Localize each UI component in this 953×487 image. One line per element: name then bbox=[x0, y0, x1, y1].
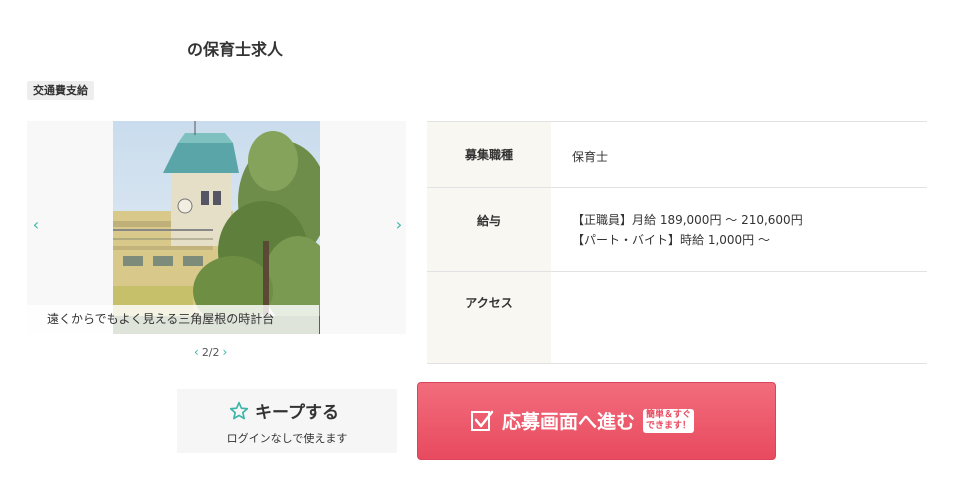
easy-badge-line1: 簡単＆すぐ bbox=[646, 409, 692, 420]
row-label-position: 募集職種 bbox=[427, 122, 551, 187]
salary-parttime: 【パート・バイト】時給 1,000円 ～ bbox=[572, 233, 770, 247]
photo-caption: 遠くからでもよく見える三角屋根の時計台 bbox=[27, 305, 319, 334]
job-info-table: 募集職種 保育士 給与 【正職員】月給 189,000円 ～ 210,600円 … bbox=[427, 121, 927, 364]
gallery-prev-button[interactable]: ‹ bbox=[29, 217, 43, 233]
row-value-salary: 【正職員】月給 189,000円 ～ 210,600円 【パート・バイト】時給 … bbox=[551, 188, 927, 271]
checkbox-check-icon bbox=[470, 409, 494, 433]
apply-button[interactable]: 応募画面へ進む 簡単＆すぐ できます！ bbox=[417, 382, 776, 460]
keep-label-group: キープする bbox=[229, 398, 339, 423]
apply-label: 応募画面へ進む bbox=[502, 411, 636, 433]
position-value: 保育士 bbox=[572, 150, 609, 164]
keep-sublabel: ログインなしで使えます bbox=[226, 432, 348, 445]
keep-label: キープする bbox=[255, 403, 339, 423]
row-value-position: 保育士 bbox=[551, 122, 927, 187]
table-row: 給与 【正職員】月給 189,000円 ～ 210,600円 【パート・バイト】… bbox=[427, 188, 927, 272]
gallery-next-button[interactable]: › bbox=[392, 217, 406, 233]
apply-label-group: 応募画面へ進む 簡単＆すぐ できます！ bbox=[470, 407, 695, 434]
photo-gallery: ‹ › 遠くからでもよく見える三角屋根の時計台 bbox=[27, 121, 406, 334]
pager-prev-icon[interactable]: ‹ bbox=[194, 345, 199, 359]
transport-allowance-badge: 交通費支給 bbox=[27, 81, 94, 100]
easy-badge: 簡単＆すぐ できます！ bbox=[643, 408, 695, 433]
pager-next-icon[interactable]: › bbox=[223, 345, 228, 359]
table-row: 募集職種 保育士 bbox=[427, 122, 927, 188]
star-outline-icon bbox=[229, 401, 249, 421]
chevron-left-icon: ‹ bbox=[32, 215, 40, 234]
gallery-photo bbox=[113, 121, 320, 334]
row-value-access bbox=[551, 272, 927, 363]
row-label-access: アクセス bbox=[427, 272, 551, 363]
keep-button[interactable]: キープする ログインなしで使えます bbox=[177, 389, 397, 453]
page-title: の保育士求人 bbox=[187, 40, 284, 59]
gallery-pager: ‹ 2/2 › bbox=[194, 345, 227, 359]
salary-fulltime: 【正職員】月給 189,000円 ～ 210,600円 bbox=[572, 213, 803, 227]
chevron-right-icon: › bbox=[395, 215, 403, 234]
row-label-salary: 給与 bbox=[427, 188, 551, 271]
pager-count: 2/2 bbox=[201, 345, 220, 359]
table-row: アクセス bbox=[427, 272, 927, 364]
easy-badge-line2: できます！ bbox=[646, 420, 692, 431]
